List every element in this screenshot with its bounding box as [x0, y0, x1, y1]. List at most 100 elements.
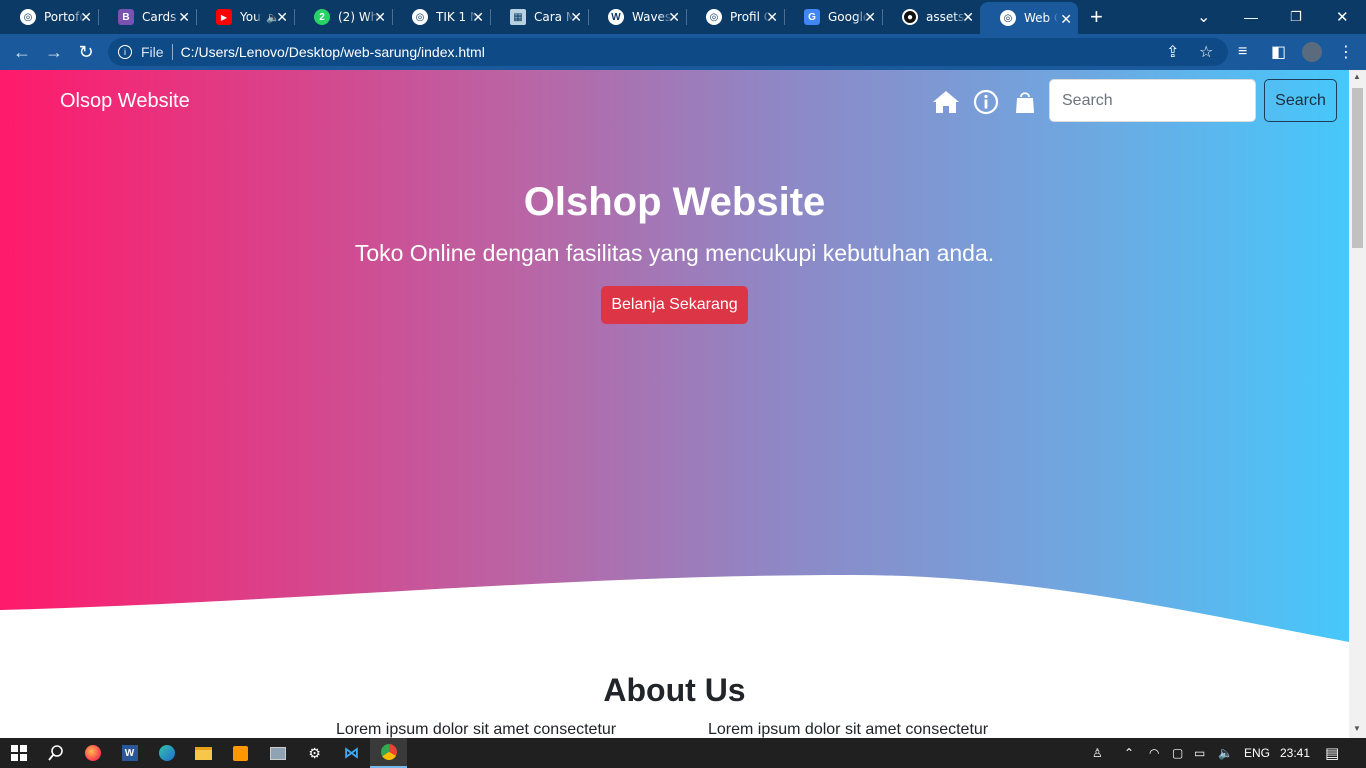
network-tool-icon[interactable]: ⚙ — [296, 738, 333, 768]
notifications-icon[interactable]: ▤ — [1325, 738, 1339, 768]
close-tab-icon[interactable]: ✕ — [178, 9, 190, 26]
scheme-label: File — [141, 44, 164, 60]
globe-icon: ◎ — [1000, 10, 1016, 26]
browser-tab[interactable]: ▦ Cara Me ✕ — [490, 0, 589, 34]
google-translate-icon: G — [804, 9, 820, 25]
firefox-icon[interactable] — [74, 738, 111, 768]
close-tab-icon[interactable]: ✕ — [962, 9, 974, 26]
browser-tab[interactable]: W Waves ✕ — [588, 0, 687, 34]
image-icon: ▦ — [510, 9, 526, 25]
search-icon[interactable] — [37, 738, 74, 768]
clock[interactable]: 23:41 — [1280, 738, 1310, 768]
photos-icon[interactable] — [259, 738, 296, 768]
close-window-icon[interactable]: ✕ — [1336, 0, 1349, 34]
bookmark-star-icon[interactable]: ☆ — [1199, 34, 1213, 70]
home-icon[interactable] — [932, 89, 960, 115]
tab-title: Youtube — [240, 10, 262, 24]
forward-icon[interactable]: → — [38, 42, 70, 63]
globe-icon: ◎ — [412, 9, 428, 25]
whatsapp-icon: 2 — [314, 9, 330, 25]
about-text-left: Lorem ipsum dolor sit amet consectetur — [336, 721, 617, 738]
back-icon[interactable]: ← — [6, 42, 38, 63]
close-tab-icon[interactable]: ✕ — [276, 9, 288, 26]
close-tab-icon[interactable]: ✕ — [668, 9, 680, 26]
globe-icon: ◎ — [20, 9, 36, 25]
browser-tab-active[interactable]: ◎ Web C ✕ — [980, 2, 1078, 34]
close-tab-icon[interactable]: ✕ — [864, 9, 876, 26]
edge-icon[interactable] — [148, 738, 185, 768]
hero-title: Olshop Website — [523, 180, 826, 224]
close-tab-icon[interactable]: ✕ — [374, 9, 386, 26]
browser-tab[interactable]: ● assets/ ✕ — [882, 0, 980, 34]
new-tab-button[interactable]: + — [1090, 4, 1103, 30]
tab-title: TIK 1 N — [436, 10, 476, 24]
tab-title: Portofolio — [44, 10, 84, 24]
address-bar[interactable]: i File C:/Users/Lenovo/Desktop/web-sarun… — [108, 38, 1228, 66]
windows-taskbar: W ⚙ ⋈ ♙ ⌃ ◠ ▢ ▭ 🔈 ENG 23:41 ▤ — [0, 738, 1366, 768]
hero-subtitle: Toko Online dengan fasilitas yang mencuk… — [354, 240, 995, 266]
tab-search-button[interactable]: ⌄ — [1197, 0, 1210, 34]
battery-icon[interactable]: ▭ — [1194, 738, 1205, 768]
search-button[interactable]: Search — [1264, 79, 1337, 122]
side-panel-icon[interactable]: ◧ — [1271, 34, 1286, 70]
scrollbar-thumb[interactable] — [1352, 88, 1363, 248]
browser-tab[interactable]: ◎ Portofolio ✕ — [0, 0, 99, 34]
tab-title: Profil C — [730, 10, 770, 24]
volume-icon[interactable]: 🔈 — [1218, 738, 1233, 768]
site-info-icon[interactable]: i — [118, 45, 132, 59]
tab-title: (2) WhatsApp — [338, 10, 378, 24]
browser-tab[interactable]: B Cards ✕ — [98, 0, 197, 34]
shop-now-button[interactable]: Belanja Sekarang — [601, 286, 748, 324]
start-icon[interactable] — [0, 738, 37, 768]
reload-icon[interactable]: ↻ — [70, 42, 102, 63]
browser-tab[interactable]: ◎ Profil C ✕ — [686, 0, 785, 34]
browser-tab[interactable]: ◎ TIK 1 N ✕ — [392, 0, 491, 34]
close-tab-icon[interactable]: ✕ — [80, 9, 92, 26]
profile-avatar[interactable] — [1302, 34, 1322, 70]
github-icon: ● — [902, 9, 918, 25]
browser-menu-icon[interactable]: ⋮ — [1338, 34, 1354, 70]
restore-icon[interactable]: ❐ — [1290, 0, 1302, 34]
youtube-icon: ▶ — [216, 9, 232, 25]
close-tab-icon[interactable]: ✕ — [766, 9, 778, 26]
language-indicator[interactable]: ENG — [1244, 738, 1270, 768]
show-hidden-icons[interactable]: ⌃ — [1124, 738, 1134, 768]
wifi-icon[interactable]: ◠ — [1149, 738, 1159, 768]
shopping-bag-icon[interactable] — [1012, 89, 1038, 115]
close-tab-icon[interactable]: ✕ — [1060, 11, 1072, 28]
scroll-up-icon[interactable]: ▲ — [1353, 72, 1361, 81]
close-tab-icon[interactable]: ✕ — [472, 9, 484, 26]
people-icon[interactable]: ♙ — [1092, 738, 1103, 768]
about-title: About Us — [603, 672, 746, 708]
tab-title: Waves — [632, 10, 672, 24]
file-explorer-icon[interactable] — [185, 738, 222, 768]
globe-icon: ◎ — [706, 9, 722, 25]
tab-title: Web C — [1024, 11, 1058, 25]
meet-now-icon[interactable]: ▢ — [1172, 738, 1183, 768]
browser-tab[interactable]: 2 (2) WhatsApp ✕ — [294, 0, 393, 34]
hero-wave-divider — [0, 575, 1349, 650]
page-scrollbar[interactable]: ▲ ▼ — [1349, 70, 1366, 738]
sublime-icon[interactable] — [222, 738, 259, 768]
about-text-right: Lorem ipsum dolor sit amet consectetur — [708, 721, 989, 738]
media-control-icon[interactable]: ≡ — [1238, 34, 1247, 70]
close-tab-icon[interactable]: ✕ — [570, 9, 582, 26]
minimize-icon[interactable]: — — [1244, 0, 1258, 34]
waves-icon: W — [608, 9, 624, 25]
site-brand[interactable]: Olsop Website — [60, 90, 190, 113]
search-input[interactable] — [1049, 79, 1256, 122]
share-icon[interactable]: ⇪ — [1166, 34, 1179, 70]
vscode-icon[interactable]: ⋈ — [333, 738, 370, 768]
tab-title: Cards — [142, 10, 177, 24]
nav-icons — [932, 88, 1038, 116]
web-page: Olsop Website Search Olshop Website Toko… — [0, 70, 1349, 738]
tab-title: Google — [828, 10, 868, 24]
chrome-icon[interactable] — [370, 738, 407, 768]
scroll-down-icon[interactable]: ▼ — [1353, 724, 1361, 733]
url-text[interactable]: C:/Users/Lenovo/Desktop/web-sarung/index… — [181, 44, 485, 60]
info-icon[interactable] — [972, 88, 1000, 116]
browser-tab[interactable]: G Google ✕ — [784, 0, 883, 34]
browser-tab[interactable]: ▶ Youtube 🔈 ✕ — [196, 0, 295, 34]
browser-tab-strip: ◎ Portofolio ✕ B Cards ✕ ▶ Youtube 🔈 ✕ 2… — [0, 0, 1366, 34]
word-icon[interactable]: W — [111, 738, 148, 768]
